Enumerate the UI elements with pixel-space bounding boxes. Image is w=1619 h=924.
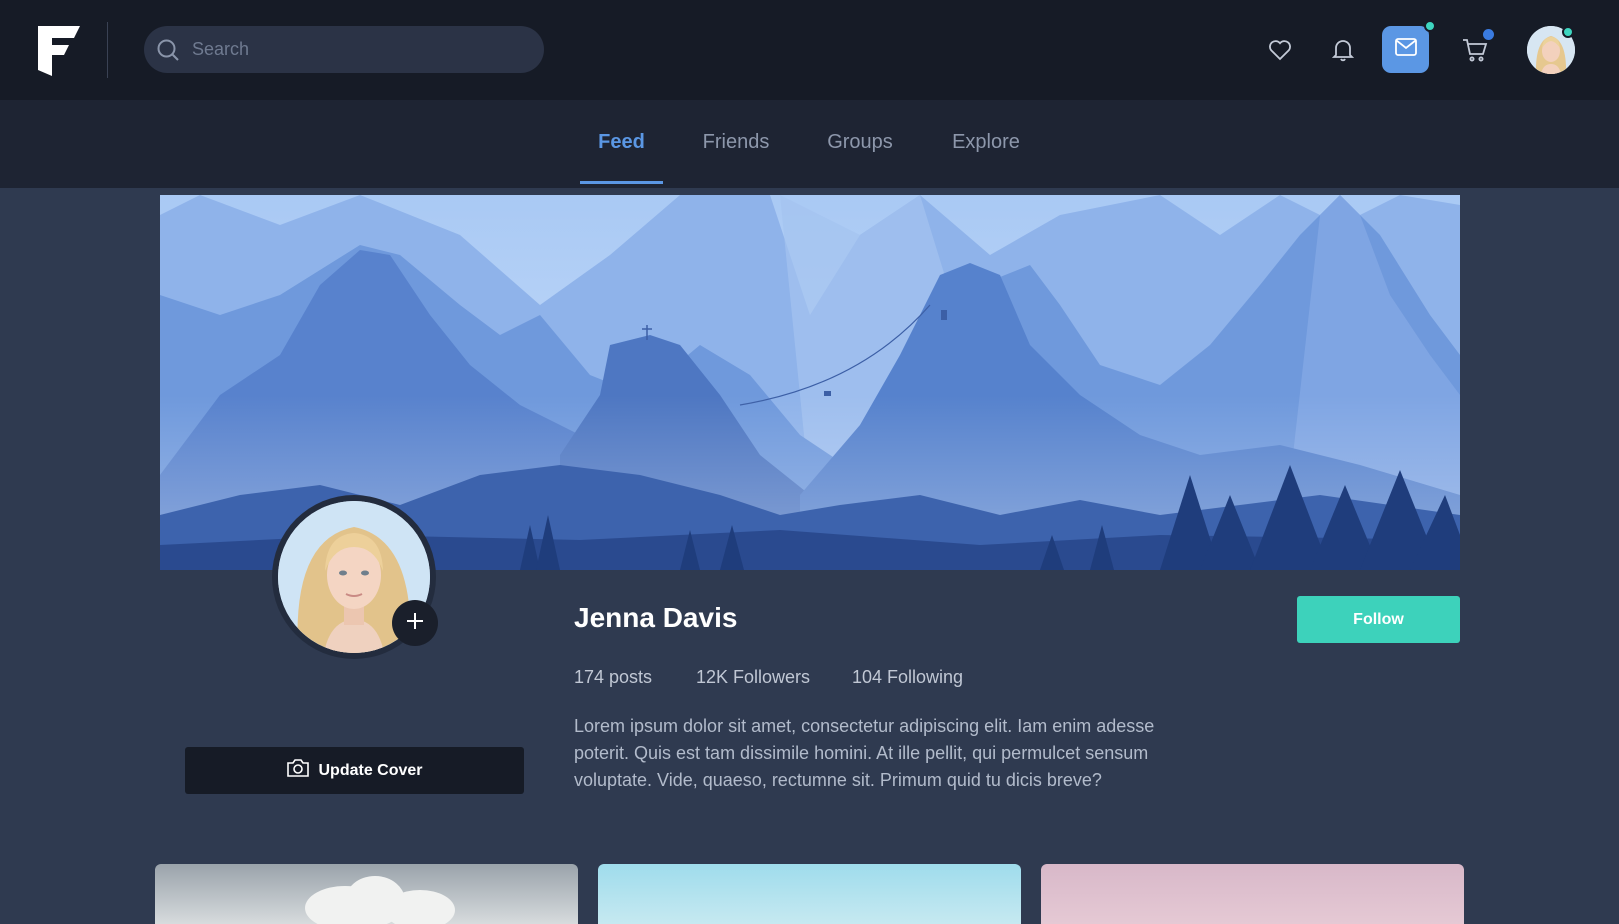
search-box[interactable]: [144, 26, 544, 73]
main-tabs: Feed Friends Groups Explore: [0, 100, 1619, 188]
heart-icon[interactable]: [1260, 30, 1300, 70]
cart-notification-dot: [1483, 29, 1494, 40]
post-thumbnail[interactable]: [598, 864, 1021, 924]
profile-bio: Lorem ipsum dolor sit amet, consectetur …: [574, 716, 1155, 790]
posts-count[interactable]: 174 posts: [574, 667, 652, 688]
update-cover-button[interactable]: Update Cover: [185, 747, 524, 794]
tab-explore[interactable]: Explore: [940, 100, 1032, 188]
logo-icon[interactable]: [38, 26, 80, 76]
mail-button[interactable]: [1382, 26, 1429, 73]
search-icon: [156, 38, 180, 62]
plus-icon: [406, 612, 424, 635]
follow-button[interactable]: Follow: [1297, 596, 1460, 643]
post-thumbnail[interactable]: [1041, 864, 1464, 924]
following-count[interactable]: 104 Following: [852, 667, 963, 688]
tab-groups[interactable]: Groups: [818, 100, 902, 188]
tab-feed[interactable]: Feed: [580, 100, 663, 188]
search-input[interactable]: [192, 26, 532, 73]
mail-icon: [1394, 38, 1417, 61]
top-bar: [0, 0, 1619, 100]
camera-icon: [286, 758, 310, 783]
update-cover-label: Update Cover: [318, 761, 423, 779]
tab-friends[interactable]: Friends: [690, 100, 782, 188]
add-photo-button[interactable]: [392, 600, 438, 646]
active-tab-indicator: [580, 181, 663, 184]
bell-icon[interactable]: [1323, 30, 1363, 70]
post-thumbnail[interactable]: [155, 864, 578, 924]
followers-count[interactable]: 12K Followers: [696, 667, 810, 688]
logo-divider: [107, 22, 108, 78]
mail-notification-dot: [1424, 20, 1436, 32]
profile-name: Jenna Davis: [574, 602, 738, 633]
online-status-dot: [1562, 26, 1574, 38]
